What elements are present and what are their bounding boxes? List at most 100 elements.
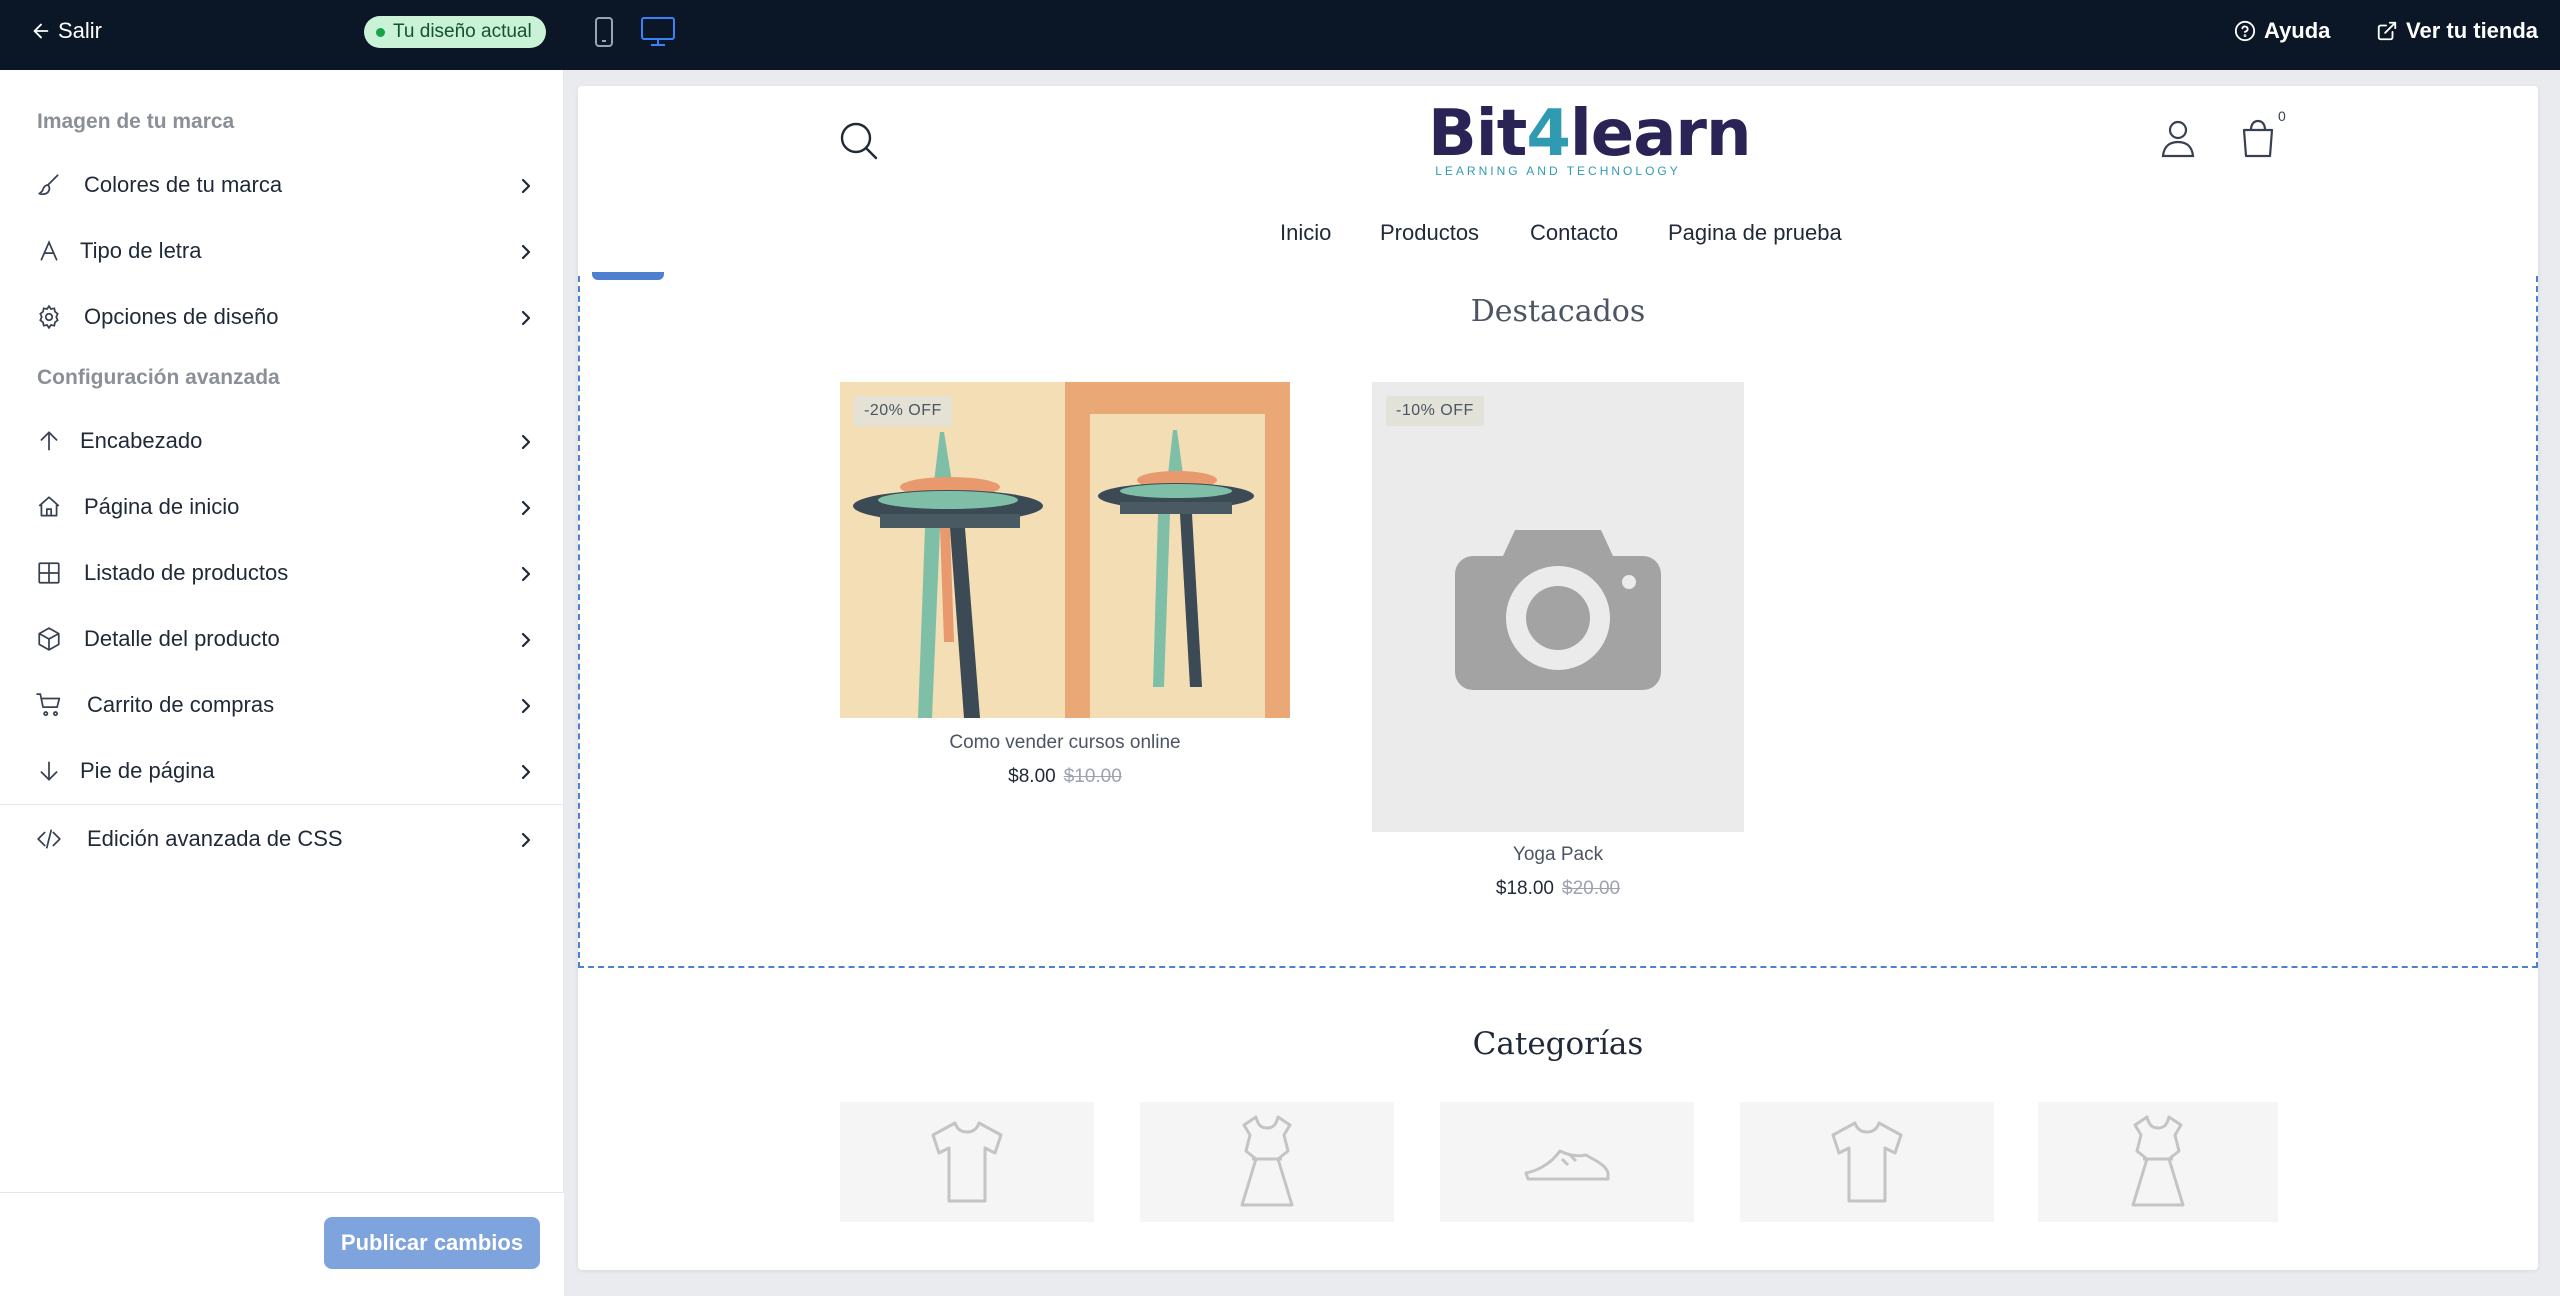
publish-changes-button[interactable]: Publicar cambios	[324, 1217, 540, 1269]
brush-icon	[34, 170, 64, 200]
arrow-left-icon	[33, 23, 49, 39]
exit-button[interactable]: Salir	[30, 18, 102, 44]
sidebar-item-design-options[interactable]: Opciones de diseño	[0, 286, 564, 348]
sidebar-item-label: Encabezado	[80, 428, 203, 453]
external-link-icon	[2377, 21, 2397, 41]
category-tile[interactable]	[840, 1102, 1094, 1222]
product-image: -20% OFF	[840, 382, 1290, 718]
dress-icon	[2131, 1115, 2185, 1207]
design-sidebar: Imagen de tu marca Colores de tu marca T…	[0, 70, 564, 1296]
space-needle-illustration	[840, 382, 1290, 718]
chevron-right-icon	[521, 764, 531, 780]
section-brand-label: Imagen de tu marca	[37, 110, 235, 133]
home-icon	[34, 492, 64, 522]
mobile-preview-button[interactable]	[584, 12, 624, 52]
category-tile[interactable]	[1440, 1102, 1694, 1222]
product-old-price: $20.00	[1562, 878, 1621, 899]
discount-badge: -20% OFF	[854, 396, 952, 426]
sidebar-item-product-detail[interactable]: Detalle del producto	[0, 608, 564, 670]
chevron-right-icon	[521, 310, 531, 326]
chevron-right-icon	[521, 698, 531, 714]
chevron-right-icon	[521, 500, 531, 516]
product-price: $18.00 $20.00	[1495, 878, 1621, 899]
categories-title: Categorías	[1472, 1026, 1644, 1062]
chevron-right-icon	[521, 832, 531, 848]
sidebar-item-homepage[interactable]: Página de inicio	[0, 476, 564, 538]
featured-title: Destacados	[1470, 294, 1646, 329]
gear-icon	[34, 302, 64, 332]
code-icon	[34, 824, 64, 854]
logo-text: Bit4learn	[1428, 97, 1751, 171]
product-card[interactable]: -20% OFF Como vender cursos online $8.00…	[840, 382, 1290, 802]
category-tile[interactable]	[1740, 1102, 1994, 1222]
product-image-placeholder: -10% OFF	[1372, 382, 1744, 832]
desktop-icon	[641, 17, 675, 46]
cart-count-badge: 0	[2278, 108, 2286, 124]
box-icon	[34, 624, 64, 654]
nav-link-home[interactable]: Inicio	[1280, 220, 1331, 246]
sidebar-footer: Publicar cambios	[0, 1192, 564, 1296]
product-card[interactable]: -10% OFF Yoga Pack $18.00 $20.00	[1372, 382, 1744, 912]
chevron-right-icon	[521, 566, 531, 582]
chevron-right-icon	[521, 632, 531, 648]
product-old-price: $10.00	[1063, 766, 1122, 787]
grid-icon	[34, 558, 64, 588]
chevron-right-icon	[521, 178, 531, 194]
sidebar-item-label: Colores de tu marca	[84, 172, 283, 197]
search-icon[interactable]	[836, 118, 882, 164]
sidebar-divider	[0, 804, 564, 805]
sidebar-item-label: Pie de página	[80, 758, 215, 783]
store-preview: Bit4learn LEARNING AND TECHNOLOGY 0 Inic…	[578, 86, 2538, 1270]
sidebar-item-label: Carrito de compras	[87, 692, 275, 717]
cart-icon	[34, 690, 64, 720]
shopping-bag-icon[interactable]	[2238, 116, 2278, 162]
tshirt-icon	[931, 1121, 1003, 1203]
sidebar-item-label: Listado de productos	[84, 560, 289, 585]
logo-tagline: LEARNING AND TECHNOLOGY	[1435, 164, 1681, 178]
section-edit-tab[interactable]	[592, 272, 664, 280]
nav-link-test-page[interactable]: Pagina de prueba	[1668, 220, 1842, 246]
arrow-down-icon	[34, 756, 64, 786]
category-tile[interactable]	[1140, 1102, 1394, 1222]
sneaker-icon	[1524, 1149, 1610, 1181]
mobile-icon	[595, 17, 613, 47]
sidebar-item-font[interactable]: Tipo de letra	[0, 220, 564, 282]
help-link[interactable]: Ayuda	[2234, 18, 2330, 44]
sidebar-item-brand-colors[interactable]: Colores de tu marca	[0, 154, 564, 216]
sidebar-item-label: Opciones de diseño	[84, 304, 279, 329]
desktop-preview-button[interactable]	[638, 12, 678, 52]
user-icon[interactable]	[2158, 116, 2198, 162]
category-tile[interactable]	[2038, 1102, 2278, 1222]
current-design-badge: Tu diseño actual	[364, 16, 546, 48]
help-circle-icon	[2234, 20, 2256, 42]
arrow-up-icon	[34, 426, 64, 456]
view-store-label: Ver tu tienda	[2406, 18, 2539, 43]
store-header: Bit4learn LEARNING AND TECHNOLOGY 0 Inic…	[578, 86, 2538, 276]
sidebar-item-label: Edición avanzada de CSS	[87, 826, 343, 851]
sidebar-item-footer[interactable]: Pie de página	[0, 740, 564, 802]
chevron-right-icon	[521, 244, 531, 260]
current-design-label: Tu diseño actual	[393, 21, 532, 42]
font-icon	[34, 236, 64, 266]
sidebar-item-product-list[interactable]: Listado de productos	[0, 542, 564, 604]
store-logo[interactable]: Bit4learn LEARNING AND TECHNOLOGY	[1428, 97, 1751, 178]
chevron-right-icon	[521, 434, 531, 450]
sidebar-item-label: Tipo de letra	[80, 238, 202, 263]
sidebar-item-cart[interactable]: Carrito de compras	[0, 674, 564, 736]
discount-badge: -10% OFF	[1386, 396, 1484, 426]
top-bar: Salir Tu diseño actual Ayuda Ver tu tien…	[0, 0, 2560, 70]
sidebar-item-label: Página de inicio	[84, 494, 240, 519]
product-price: $8.00 $10.00	[1008, 766, 1122, 787]
dress-icon	[1240, 1115, 1294, 1207]
nav-link-contact[interactable]: Contacto	[1530, 220, 1618, 246]
status-dot	[376, 27, 385, 37]
section-advanced-label: Configuración avanzada	[37, 366, 280, 389]
view-store-link[interactable]: Ver tu tienda	[2376, 18, 2538, 44]
sidebar-item-header[interactable]: Encabezado	[0, 410, 564, 472]
sidebar-item-label: Detalle del producto	[84, 626, 280, 651]
help-label: Ayuda	[2264, 18, 2331, 43]
product-name: Yoga Pack	[1512, 844, 1604, 865]
nav-link-products[interactable]: Productos	[1380, 220, 1479, 246]
sidebar-item-css-editor[interactable]: Edición avanzada de CSS	[0, 808, 564, 870]
camera-icon	[1455, 530, 1661, 690]
